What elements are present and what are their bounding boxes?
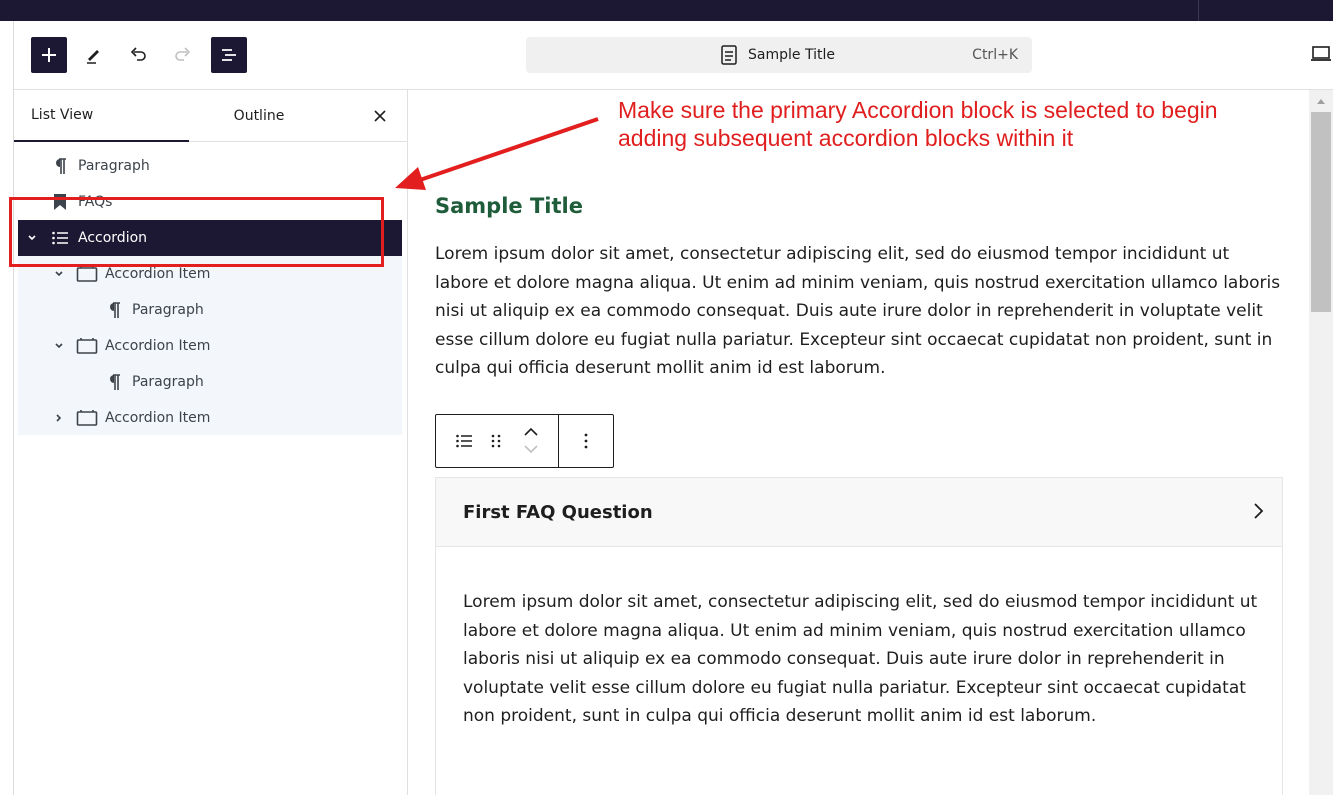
chevron-up-icon [524, 427, 538, 436]
plus-icon [42, 48, 56, 62]
command-bar[interactable]: Sample Title Ctrl+K [526, 37, 1032, 73]
redo-button[interactable] [165, 37, 201, 73]
accordion-item-icon [75, 406, 99, 430]
desktop-preview-icon[interactable] [1310, 45, 1332, 63]
paragraph-icon [48, 154, 72, 178]
annotation-line-1: Make sure the primary Accordion block is… [618, 97, 1218, 123]
accordion-item-header[interactable]: First FAQ Question [436, 478, 1282, 547]
close-sidebar-button[interactable] [370, 106, 390, 126]
more-vertical-icon [584, 433, 588, 449]
undo-button[interactable] [120, 37, 156, 73]
document-overview-button[interactable] [211, 37, 247, 73]
annotation-line-2: adding subsequent accordion blocks withi… [618, 125, 1074, 151]
list-icon [456, 434, 472, 448]
tree-item-label: Accordion Item [105, 338, 211, 354]
tree-item-paragraph[interactable]: Paragraph [48, 148, 150, 184]
tree-item-accordion-item-2[interactable]: Accordion Item [51, 328, 210, 364]
annotation-note: Make sure the primary Accordion block is… [618, 96, 1318, 152]
close-icon [374, 110, 386, 122]
accordion-question: First FAQ Question [463, 502, 653, 523]
chevron-right-icon[interactable] [51, 410, 67, 426]
tree-item-paragraph-nested[interactable]: Paragraph [102, 292, 204, 328]
sidebar-tabs: List View Outline [14, 90, 407, 142]
tab-outline[interactable]: Outline [189, 90, 329, 142]
redo-icon [175, 47, 191, 61]
tree-item-label: Accordion Item [105, 266, 211, 282]
chevron-down-icon[interactable] [51, 266, 67, 282]
pencil-icon [87, 50, 99, 64]
chevron-right-icon[interactable] [1252, 502, 1264, 520]
chevron-down-icon [524, 445, 538, 454]
list-view-sidebar: List View Outline Paragraph FAQs Accordi… [14, 90, 408, 795]
editor-canvas: Sample Title Lorem ipsum dolor sit amet,… [409, 90, 1309, 795]
tree-item-paragraph-nested[interactable]: Paragraph [102, 364, 204, 400]
accordion-item-icon [75, 334, 99, 358]
tree-item-label: Paragraph [132, 374, 204, 390]
block-toolbar [435, 414, 614, 468]
undo-icon [130, 47, 146, 61]
move-down-button[interactable] [519, 441, 543, 457]
block-type-button[interactable] [452, 429, 476, 453]
block-options-button[interactable] [574, 429, 598, 453]
document-icon [721, 45, 737, 65]
tree-item-label: Accordion Item [105, 410, 211, 426]
accordion-answer-text: Lorem ipsum dolor sit amet, consectetur … [463, 592, 1258, 727]
document-title: Sample Title [748, 47, 835, 63]
add-block-button[interactable] [31, 37, 67, 73]
accordion-block[interactable]: First FAQ Question Lorem ipsum dolor sit… [435, 477, 1283, 795]
move-up-button[interactable] [519, 423, 543, 441]
editor-toolbar: Sample Title Ctrl+K [14, 21, 1333, 90]
post-title[interactable]: Sample Title [435, 194, 583, 218]
accordion-answer[interactable]: Lorem ipsum dolor sit amet, consectetur … [463, 588, 1258, 731]
tree-item-label: Paragraph [78, 158, 150, 174]
drag-handle[interactable] [484, 429, 508, 453]
command-shortcut: Ctrl+K [972, 47, 1018, 63]
tree-item-label: Paragraph [132, 302, 204, 318]
intro-paragraph[interactable]: Lorem ipsum dolor sit amet, consectetur … [435, 240, 1285, 383]
chevron-down-icon[interactable] [51, 338, 67, 354]
block-toolbar-divider [558, 415, 559, 467]
annotation-highlight-box [9, 197, 384, 267]
paragraph-icon [102, 370, 126, 394]
paragraph-icon [102, 298, 126, 322]
tab-list-view-label: List View [31, 107, 94, 123]
tools-button[interactable] [75, 37, 111, 73]
drag-icon [491, 434, 501, 448]
tree-item-accordion-item-3[interactable]: Accordion Item [51, 400, 210, 436]
tab-list-view[interactable]: List View [14, 90, 189, 142]
list-view-icon [222, 49, 236, 61]
top-admin-bar [0, 0, 1333, 21]
tab-outline-label: Outline [233, 108, 285, 124]
